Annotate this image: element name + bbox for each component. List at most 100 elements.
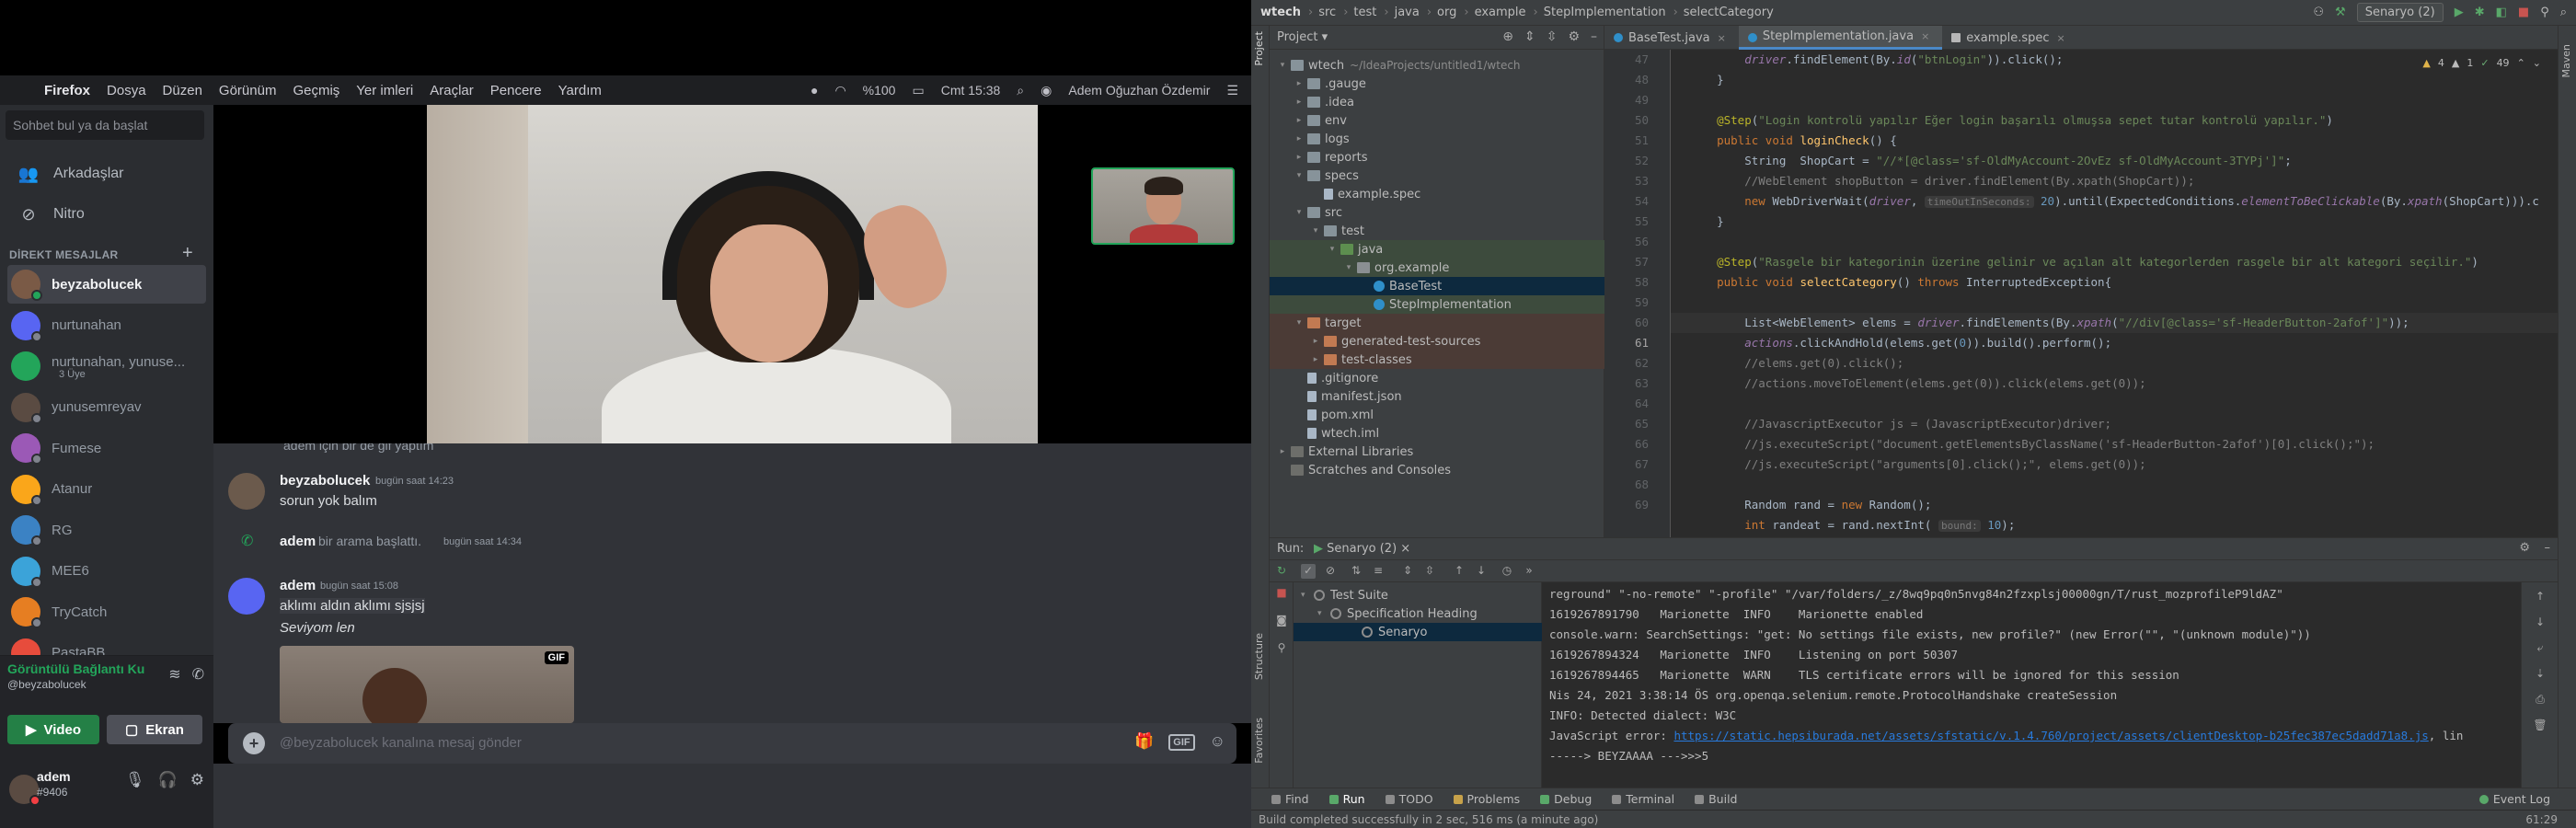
tree-node[interactable]: ▾ org.example	[1270, 259, 1604, 277]
dm-item[interactable]: nurtunahan	[7, 306, 206, 345]
menu-app-name[interactable]: Firefox	[44, 83, 90, 98]
sort-alpha-icon[interactable]: ⇅	[1349, 564, 1363, 579]
stop-icon[interactable]: ■	[2518, 6, 2529, 19]
dm-item[interactable]: RG	[7, 511, 206, 549]
tree-node[interactable]: .gitignore	[1270, 369, 1604, 387]
video-button[interactable]: ▶ Video	[7, 715, 99, 744]
breadcrumb-example[interactable]: example	[1475, 6, 1526, 19]
dm-item[interactable]: nurtunahan, yunuse... 3 Üye	[7, 347, 206, 385]
close-tab-icon[interactable]: ×	[1921, 30, 1929, 42]
gif-embed[interactable]: GIF	[280, 646, 574, 723]
expand-arrow-icon[interactable]: ▾	[1294, 318, 1305, 328]
editor-tab[interactable]: example.spec ×	[1942, 26, 2077, 50]
voice-status[interactable]: Görüntülü Bağlantı Ku	[7, 661, 145, 676]
message-avatar[interactable]	[228, 473, 265, 510]
tool-tab-build[interactable]: Build	[1695, 792, 1738, 806]
collapse-all-icon[interactable]: ⇳	[1422, 564, 1437, 579]
tree-node[interactable]: ▸ logs	[1270, 130, 1604, 148]
stop-icon[interactable]: ■	[1274, 586, 1289, 601]
menu-item-dosya[interactable]: Dosya	[107, 83, 146, 98]
tree-node[interactable]: ▾ wtech ~/IdeaProjects/untitled1/wtech	[1270, 56, 1604, 75]
tree-node[interactable]: StepImplementation	[1270, 295, 1604, 314]
tool-tab-maven[interactable]: Maven	[2560, 44, 2572, 77]
tree-node[interactable]: ▸ test-classes	[1270, 351, 1604, 369]
tool-tab-problems[interactable]: Problems	[1453, 792, 1520, 806]
debug-icon[interactable]: ✱	[2475, 6, 2485, 19]
menu-item-pencere[interactable]: Pencere	[490, 83, 542, 98]
run-history-icon[interactable]: ◷	[1500, 564, 1514, 579]
find-conversation-button[interactable]: Sohbet bul ya da başlat	[6, 110, 204, 140]
tool-tab-find[interactable]: Find	[1271, 792, 1309, 806]
message-author[interactable]: adem	[280, 578, 316, 593]
test-node[interactable]: Senaryo	[1294, 623, 1542, 641]
expand-arrow-icon[interactable]: ▸	[1294, 98, 1305, 107]
tool-tab-structure[interactable]: Structure	[1253, 633, 1265, 680]
coverage-icon[interactable]: ◧	[2496, 6, 2507, 19]
menu-item-araclar[interactable]: Araçlar	[430, 83, 474, 98]
prev-failed-icon[interactable]: ↑	[1452, 564, 1466, 579]
expand-arrow-icon[interactable]: ▾	[1310, 226, 1321, 236]
tree-node[interactable]: ▾ test	[1270, 222, 1604, 240]
disconnect-icon[interactable]: ✆	[192, 665, 204, 684]
headphones-icon[interactable]: 🎧	[158, 771, 178, 789]
gift-icon[interactable]: 🎁	[1134, 732, 1154, 751]
tree-node[interactable]: ▸ reports	[1270, 148, 1604, 167]
tool-tab-project[interactable]: Project	[1253, 31, 1265, 66]
control-center-icon[interactable]: ●	[811, 83, 818, 98]
expand-arrow-icon[interactable]: ▾	[1277, 61, 1288, 70]
menu-item-gecmis[interactable]: Geçmiş	[293, 83, 339, 98]
tree-node[interactable]: ▸ External Libraries	[1270, 443, 1604, 461]
nav-nitro[interactable]: ⊘ Nitro	[7, 195, 206, 234]
dm-item[interactable]: Atanur	[7, 470, 206, 509]
hide-icon[interactable]: –	[1591, 29, 1597, 44]
user-menu[interactable]: Adem Oğuzhan Özdemir	[1068, 83, 1210, 98]
run-settings-icon[interactable]: ⚙	[2519, 541, 2530, 555]
soft-wrap-icon[interactable]: ⤶	[2533, 641, 2547, 656]
more-icon[interactable]: »	[1522, 564, 1536, 579]
settings-icon[interactable]: ⚙	[190, 771, 204, 789]
pin-icon[interactable]: ⚲	[1274, 641, 1289, 656]
tree-node[interactable]: ▾ specs	[1270, 167, 1604, 185]
status-message[interactable]: Build completed successfully in 2 sec, 5…	[1259, 813, 1598, 826]
nav-friends[interactable]: 👥 Arkadaşlar	[7, 155, 206, 193]
list-icon[interactable]: ☰	[1226, 83, 1238, 98]
build-hammer-icon[interactable]: ⚒	[2335, 6, 2346, 19]
expand-arrow-icon[interactable]: ▸	[1310, 337, 1321, 346]
print-icon[interactable]: ⎙	[2533, 693, 2547, 707]
dm-item[interactable]: yunusemreyav	[7, 388, 206, 427]
show-ignored-icon[interactable]: ⊘	[1323, 564, 1338, 579]
message-input[interactable]: + @beyzabolucek kanalına mesaj gönder 🎁 …	[228, 723, 1236, 764]
close-tab-icon[interactable]: ×	[1718, 32, 1726, 44]
test-node[interactable]: ▾ Specification Heading	[1317, 604, 1478, 623]
message-author[interactable]: beyzabolucek	[280, 473, 370, 489]
run-hide-icon[interactable]: –	[2545, 541, 2551, 555]
battery-percent[interactable]: %100	[863, 83, 896, 98]
run-configuration-selector[interactable]: Senaryo (2)	[2356, 3, 2444, 22]
remote-video-feed[interactable]	[427, 105, 1038, 443]
editor-tab[interactable]: StepImplementation.java ×	[1738, 26, 1943, 50]
expand-arrow-icon[interactable]: ▾	[1294, 171, 1305, 180]
show-passed-icon[interactable]: ✓	[1301, 564, 1316, 579]
call-author[interactable]: adem	[280, 534, 316, 549]
test-node[interactable]: ▾ Test Suite	[1301, 586, 1388, 604]
sort-duration-icon[interactable]: ≡	[1371, 564, 1386, 579]
scroll-to-end-icon[interactable]: ⇣	[2533, 667, 2547, 682]
collapse-all-icon[interactable]: ⇳	[1547, 29, 1558, 44]
tree-node[interactable]: pom.xml	[1270, 406, 1604, 424]
trash-icon[interactable]: 🗑	[2533, 719, 2547, 733]
expand-arrow-icon[interactable]: ▾	[1294, 208, 1305, 217]
dm-item[interactable]: beyzabolucek	[7, 265, 206, 304]
expand-arrow-icon[interactable]: ▾	[1343, 263, 1354, 272]
gif-picker-icon[interactable]: GIF	[1168, 734, 1195, 751]
tree-node[interactable]: ▸ .gauge	[1270, 75, 1604, 93]
tree-node[interactable]: ▸ generated-test-sources	[1270, 332, 1604, 351]
breadcrumb-class[interactable]: StepImplementation	[1544, 6, 1666, 19]
tool-tab-terminal[interactable]: Terminal	[1612, 792, 1674, 806]
tree-node[interactable]: ▸ .idea	[1270, 93, 1604, 111]
breadcrumb-src[interactable]: src	[1318, 6, 1336, 19]
tree-node[interactable]: example.spec	[1270, 185, 1604, 203]
attach-plus-icon[interactable]: +	[243, 732, 265, 754]
dm-item[interactable]: Fumese	[7, 429, 206, 467]
menu-item-duzen[interactable]: Düzen	[163, 83, 202, 98]
breadcrumb-org[interactable]: org	[1437, 6, 1456, 19]
